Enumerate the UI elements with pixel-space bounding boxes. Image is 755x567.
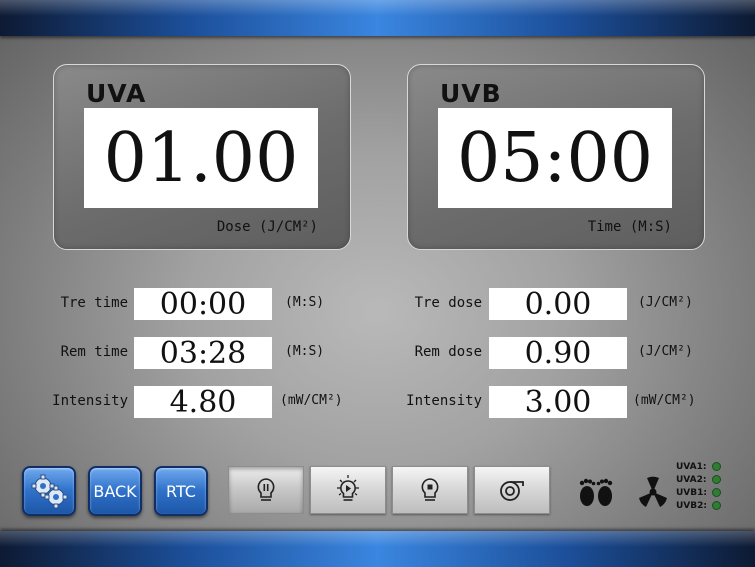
gear-icon — [31, 474, 68, 509]
rem-time-unit: (M:S) — [285, 344, 325, 359]
tre-dose-value: 0.00 — [489, 287, 627, 322]
status-led-icon — [712, 488, 721, 497]
tre-time-label: Tre time — [60, 295, 128, 311]
uva-dose-display[interactable]: 01.00 — [84, 108, 318, 208]
fan-speed-button[interactable] — [474, 466, 550, 514]
indicator-uva2: UVA2: — [676, 473, 721, 486]
uva-panel: UVA 01.00 Dose (J/CM²) — [53, 64, 351, 250]
lamp-status-indicators: UVA1: UVA2: UVB1: UVB2: — [676, 460, 721, 512]
uvb-title: UVB — [440, 79, 502, 108]
lamp-stop-icon — [421, 478, 439, 501]
lamp-stop-button[interactable] — [392, 466, 468, 514]
uvb-intensity-unit: (mW/CM²) — [633, 393, 696, 408]
rem-dose-unit: (J/CM²) — [638, 344, 693, 359]
top-bar — [0, 0, 755, 36]
indicator-uvb1: UVB1: — [676, 486, 721, 499]
feet-icon — [579, 478, 613, 506]
lamp-play-button[interactable] — [310, 466, 386, 514]
tre-time-value: 00:00 — [134, 287, 272, 322]
bottom-bar — [0, 531, 755, 567]
uva-intensity-value: 4.80 — [134, 385, 272, 420]
status-led-icon — [711, 475, 721, 484]
fan-icon — [639, 476, 667, 507]
rem-time-value: 03:28 — [134, 336, 272, 371]
uva-unit-label: Dose (J/CM²) — [216, 219, 318, 235]
indicator-uvb2: UVB2: — [676, 499, 721, 512]
settings-button[interactable] — [22, 466, 76, 516]
uvb-intensity-label: Intensity — [406, 393, 482, 409]
uvb-intensity-value: 3.00 — [489, 385, 627, 420]
uvb-time-display[interactable]: 05:00 — [438, 108, 672, 208]
lamp-pause-button[interactable] — [228, 466, 304, 514]
uv-therapy-screen: UVA 01.00 Dose (J/CM²) UVB 05:00 Time (M… — [0, 0, 755, 567]
lamp-play-icon — [337, 475, 359, 501]
rtc-button[interactable]: RTC — [154, 466, 208, 516]
fan-speed-icon — [500, 481, 524, 501]
back-button[interactable]: BACK — [88, 466, 142, 516]
tre-dose-unit: (J/CM²) — [638, 295, 693, 310]
rem-dose-value: 0.90 — [489, 336, 627, 371]
uva-title: UVA — [86, 79, 147, 108]
rem-time-label: Rem time — [60, 344, 128, 360]
status-led-icon — [711, 462, 721, 471]
tre-dose-label: Tre dose — [414, 295, 482, 311]
uva-intensity-unit: (mW/CM²) — [280, 393, 343, 408]
uvb-unit-label: Time (M:S) — [587, 219, 672, 235]
uva-intensity-label: Intensity — [52, 393, 128, 409]
rem-dose-label: Rem dose — [414, 344, 482, 360]
indicator-uva1: UVA1: — [676, 460, 721, 473]
tre-time-unit: (M:S) — [285, 295, 325, 310]
status-led-icon — [712, 501, 721, 510]
uvb-panel: UVB 05:00 Time (M:S) — [407, 64, 705, 250]
lamp-pause-icon — [257, 478, 275, 501]
